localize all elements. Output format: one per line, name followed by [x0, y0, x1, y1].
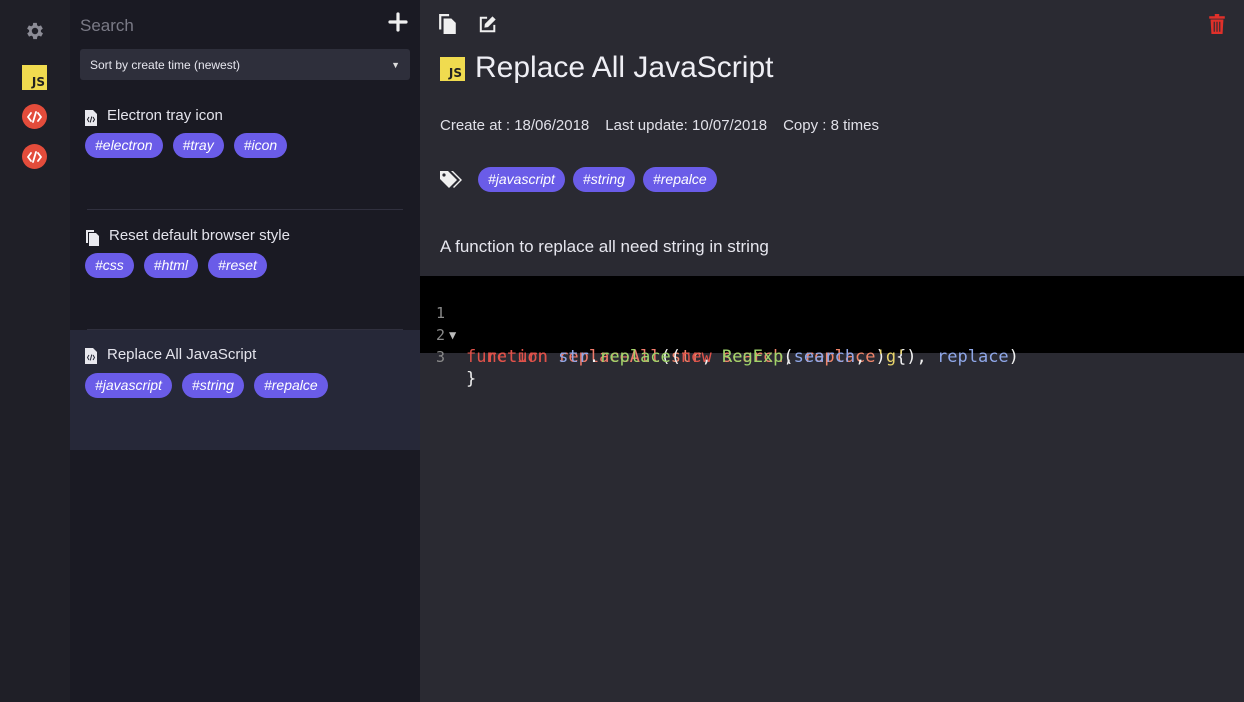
- copy-count: Copy : 8 times: [783, 117, 879, 134]
- tag[interactable]: #string: [572, 167, 635, 192]
- snippet-description: A function to replace all need string in…: [440, 237, 769, 256]
- snippet-tags: #javascript #string #repalce: [440, 167, 717, 192]
- snippet-detail: JS Replace All JavaScript Create at : 18…: [420, 0, 1244, 702]
- code-icon[interactable]: [22, 144, 47, 169]
- copy-icon[interactable]: [439, 14, 457, 34]
- sort-select[interactable]: Sort by create time (newest) ▼: [80, 49, 410, 80]
- divider: [87, 209, 403, 210]
- code-editor[interactable]: 1 ▼ function replaceAll(str, search, rep…: [420, 276, 1244, 389]
- js-icon[interactable]: JS: [22, 65, 47, 90]
- gear-icon[interactable]: [24, 20, 46, 42]
- item-tags: #javascript #string #repalce: [85, 373, 328, 398]
- code-line: 3 }: [420, 324, 1244, 389]
- item-tags: #electron #tray #icon: [85, 133, 288, 158]
- item-title: Electron tray icon: [107, 107, 223, 124]
- tag[interactable]: #tray: [172, 133, 224, 158]
- tag[interactable]: #javascript: [478, 167, 565, 192]
- tag[interactable]: #html: [143, 253, 199, 278]
- code-line: 1 ▼ function replaceAll(str, search, rep…: [420, 280, 1244, 367]
- code-text: return str.replace(new RegExp(search, 'g…: [486, 347, 1019, 367]
- updated-date: Last update: 10/07/2018: [605, 117, 768, 134]
- code-file-icon: [85, 348, 97, 364]
- chevron-down-icon: ▼: [391, 59, 400, 70]
- tag[interactable]: #css: [85, 253, 134, 278]
- list-item-active[interactable]: Replace All JavaScript #javascript #stri…: [70, 330, 420, 450]
- code-icon[interactable]: [22, 104, 47, 129]
- code-text: }: [466, 369, 477, 389]
- edit-icon[interactable]: [479, 14, 497, 34]
- copy-files-icon: [86, 230, 99, 246]
- snippet-meta: Create at : 18/06/2018 Last update: 10/0…: [440, 117, 879, 134]
- code-line: 2 return str.replace(new RegExp(search, …: [420, 302, 1244, 367]
- tag[interactable]: #repalce: [253, 373, 328, 398]
- tag[interactable]: #icon: [233, 133, 288, 158]
- tags-icon: [440, 170, 462, 188]
- list-item[interactable]: Reset default browser style #css #html #…: [70, 220, 420, 340]
- tag[interactable]: #reset: [208, 253, 267, 278]
- tag[interactable]: #electron: [85, 133, 163, 158]
- list-item[interactable]: Electron tray icon #electron #tray #icon: [70, 100, 420, 220]
- add-icon[interactable]: [388, 12, 408, 32]
- item-title: Replace All JavaScript: [107, 346, 257, 363]
- line-number: 3: [435, 348, 445, 366]
- tag[interactable]: #string: [181, 373, 244, 398]
- snippet-list-panel: Sort by create time (newest) ▼ Electron …: [70, 0, 420, 702]
- created-date: Create at : 18/06/2018: [440, 117, 590, 134]
- code-file-icon: [85, 110, 97, 126]
- tag[interactable]: #repalce: [642, 167, 717, 192]
- search-input[interactable]: [80, 12, 380, 40]
- sort-label: Sort by create time (newest): [90, 57, 241, 72]
- icon-rail: JS: [0, 0, 70, 702]
- item-title: Reset default browser style: [109, 227, 290, 244]
- js-icon: JS: [440, 57, 465, 81]
- tag[interactable]: #javascript: [85, 373, 172, 398]
- item-tags: #css #html #reset: [85, 253, 267, 278]
- trash-icon[interactable]: [1209, 14, 1225, 34]
- snippet-title: Replace All JavaScript: [475, 51, 774, 84]
